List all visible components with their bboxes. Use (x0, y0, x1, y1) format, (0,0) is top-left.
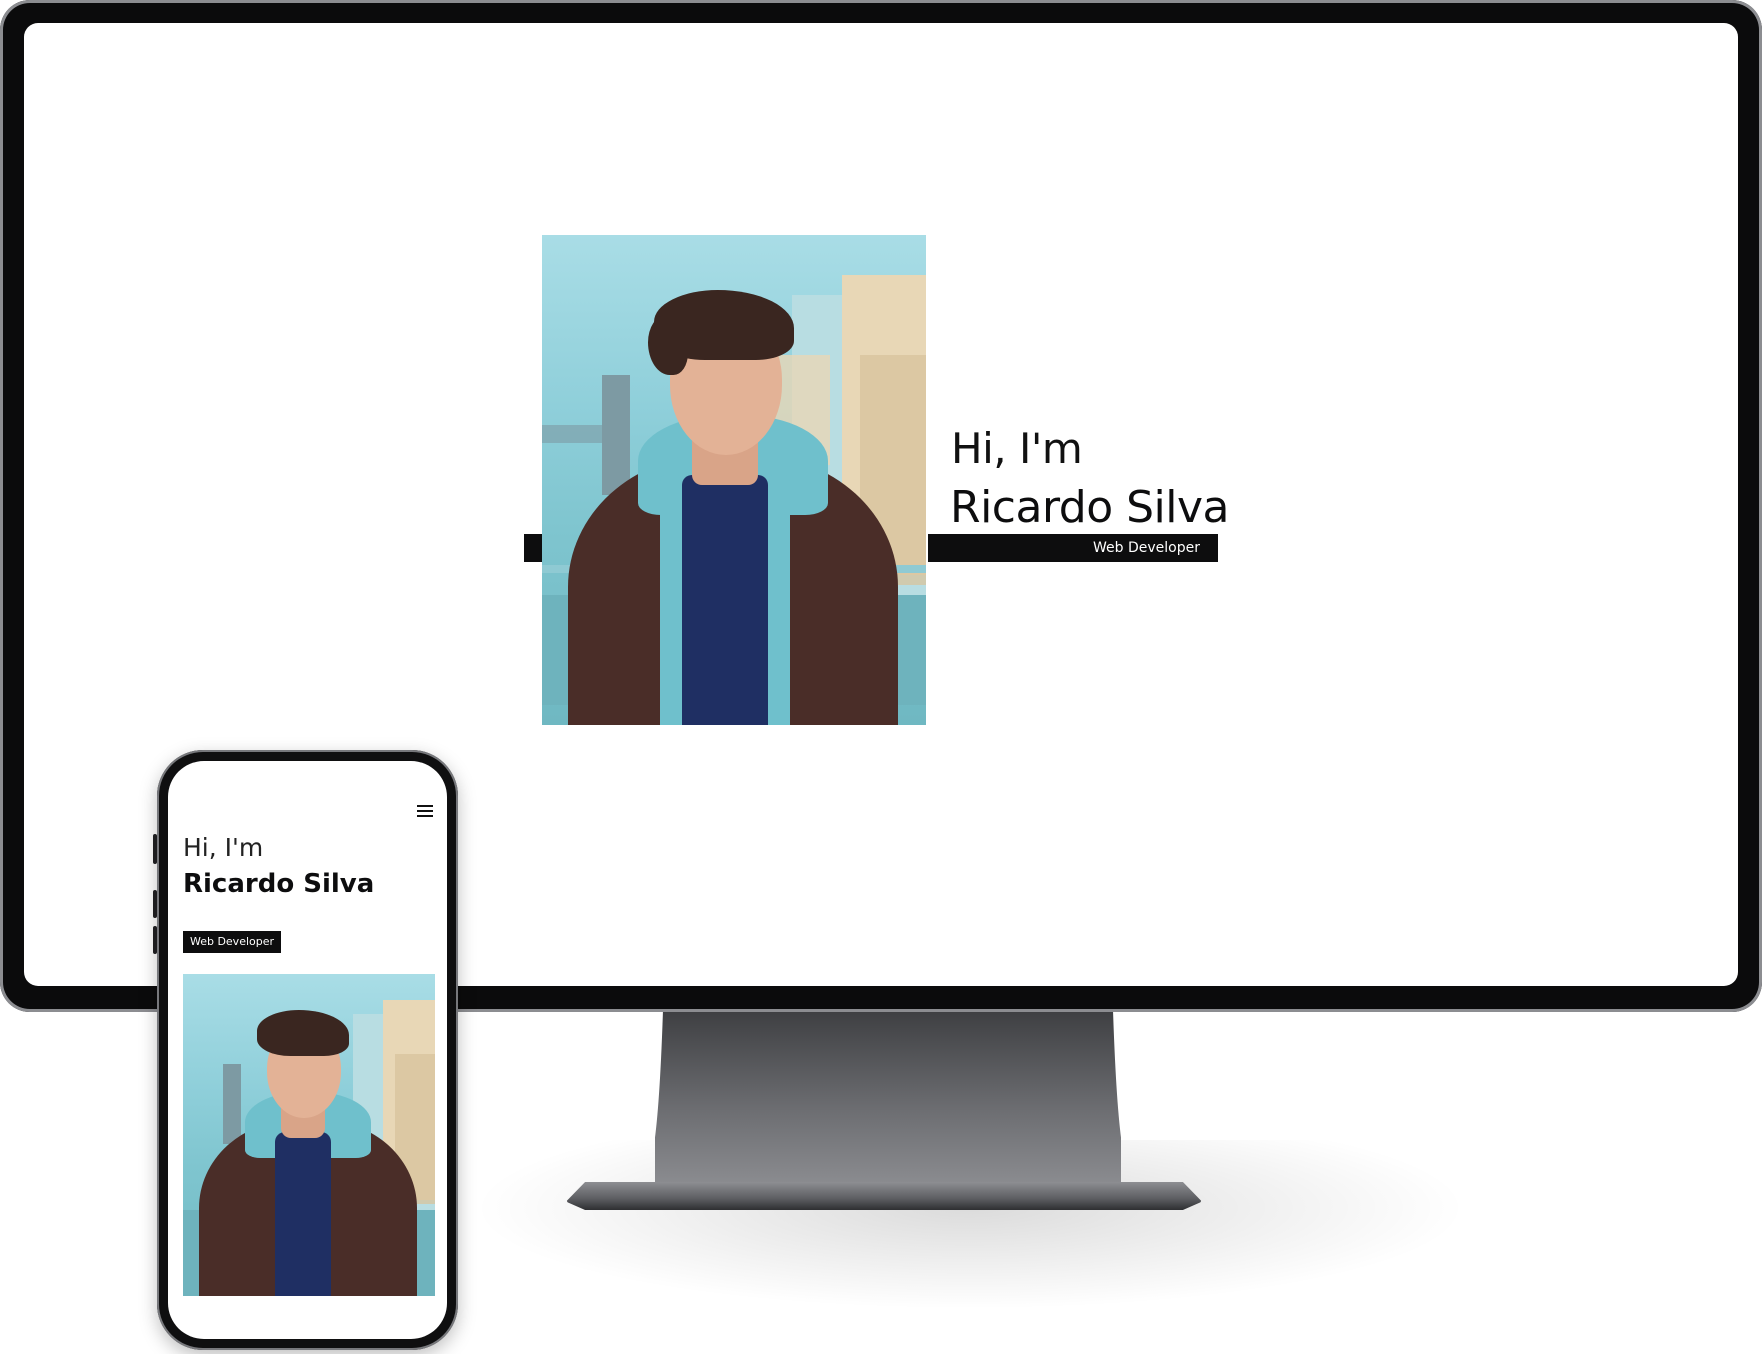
role-label: Web Developer (1093, 540, 1200, 556)
greeting-text: Hi, I'm (951, 424, 1083, 473)
mobile-name-heading: Ricardo Silva (183, 869, 375, 899)
monitor-stand (655, 1010, 1121, 1190)
phone: Hi, I'm Ricardo Silva Web Developer (153, 750, 458, 1350)
profile-photo (542, 235, 926, 725)
mobile-screen: Hi, I'm Ricardo Silva Web Developer (168, 761, 447, 1339)
monitor-stand-base (566, 1182, 1202, 1210)
hamburger-menu-icon[interactable] (417, 805, 433, 817)
mobile-role-badge: Web Developer (183, 931, 281, 953)
mobile-greeting-text: Hi, I'm (183, 833, 264, 862)
name-heading: Ricardo Silva (950, 482, 1229, 533)
mobile-profile-photo (183, 974, 435, 1296)
role-banner: Web Developer (928, 534, 1218, 562)
